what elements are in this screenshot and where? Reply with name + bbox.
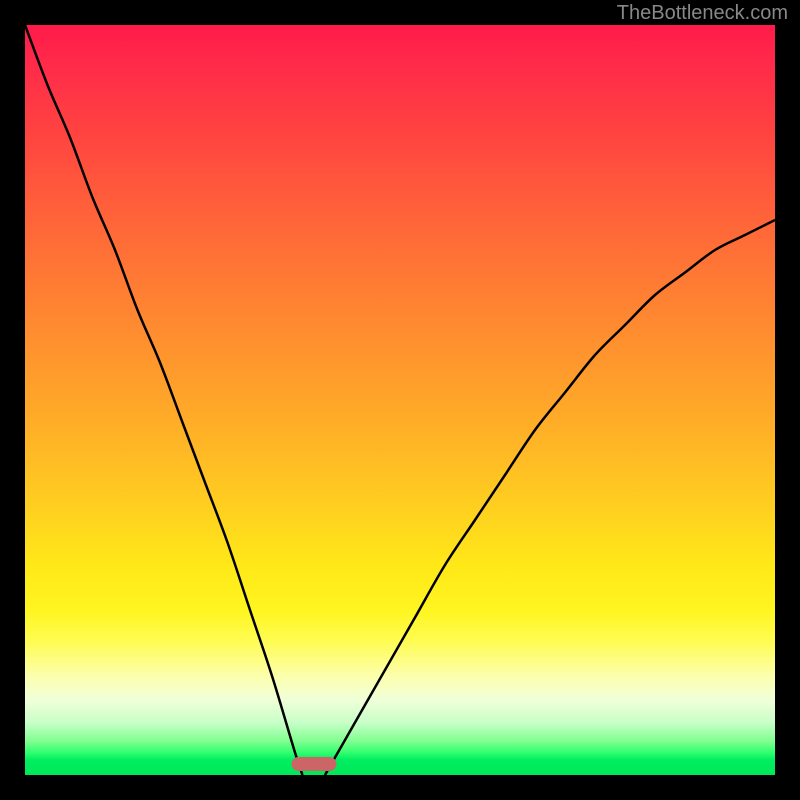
curve-left-curve	[25, 25, 303, 775]
bottleneck-marker	[291, 757, 336, 771]
curve-right-curve	[325, 220, 775, 775]
chart-frame: TheBottleneck.com	[0, 0, 800, 800]
chart-plot-area	[25, 25, 775, 775]
curves-layer	[25, 25, 775, 775]
watermark-text: TheBottleneck.com	[617, 2, 788, 25]
